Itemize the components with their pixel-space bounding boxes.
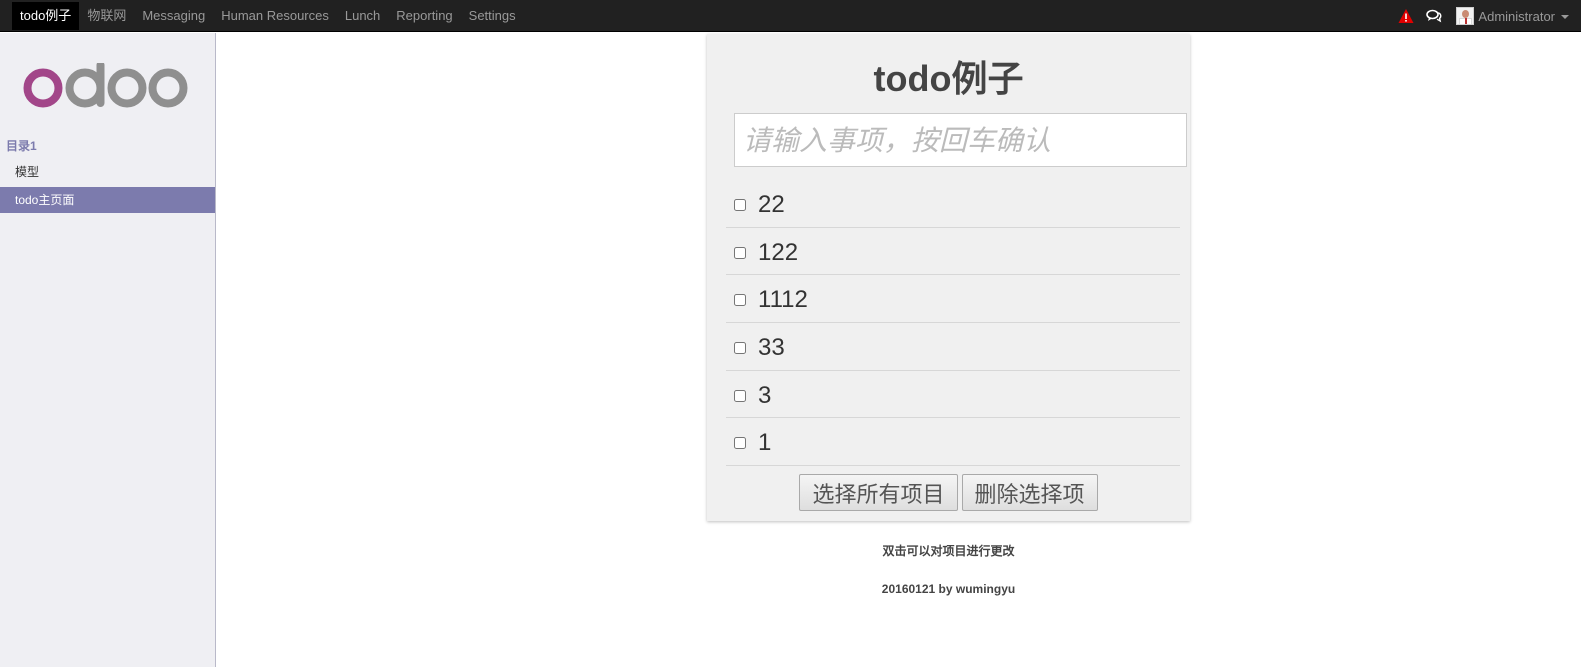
sidebar: 目录1 模型 todo主页面 bbox=[0, 33, 216, 667]
top-menu-todo[interactable]: todo例子 bbox=[12, 2, 80, 30]
list-item[interactable]: 33 bbox=[726, 323, 1180, 371]
top-right-controls: Administrator bbox=[1398, 0, 1581, 32]
caret-down-icon[interactable] bbox=[1561, 15, 1569, 19]
edit-hint: 双击可以对项目进行更改 bbox=[882, 544, 1015, 558]
top-menu-settings[interactable]: Settings bbox=[461, 2, 524, 30]
top-menu: todo例子 物联网 Messaging Human Resources Lun… bbox=[12, 2, 524, 30]
todo-checkbox[interactable] bbox=[734, 389, 746, 402]
chat-icon[interactable] bbox=[1426, 9, 1442, 23]
top-menu-iot[interactable]: 物联网 bbox=[79, 2, 134, 30]
todo-checkbox[interactable] bbox=[734, 199, 746, 211]
todo-item-label[interactable]: 33 bbox=[758, 334, 785, 362]
top-menu-lunch[interactable]: Lunch bbox=[337, 2, 388, 30]
avatar-head bbox=[1462, 10, 1470, 18]
todo-item-label[interactable]: 122 bbox=[758, 239, 798, 267]
todo-item-label[interactable]: 22 bbox=[758, 191, 785, 219]
todo-panel: todo例子 22 122 1112 33 3 1 选择所有项目 删除选择项 bbox=[707, 34, 1190, 521]
avatar-tie bbox=[1465, 18, 1468, 24]
todo-item-label[interactable]: 1 bbox=[758, 429, 771, 457]
credit-text: 20160121 by wumingyu bbox=[881, 582, 1016, 596]
sidebar-item-todo-home[interactable]: todo主页面 bbox=[0, 187, 215, 213]
todo-item-label[interactable]: 1112 bbox=[758, 286, 808, 314]
sidebar-item-model[interactable]: 模型 bbox=[0, 159, 215, 185]
todo-checkbox[interactable] bbox=[734, 294, 746, 307]
todo-checkbox[interactable] bbox=[734, 246, 746, 259]
odoo-logo[interactable] bbox=[22, 63, 190, 113]
delete-selected-button[interactable]: 删除选择项 bbox=[961, 474, 1098, 511]
list-item[interactable]: 1 bbox=[726, 418, 1180, 467]
top-navbar: todo例子 物联网 Messaging Human Resources Lun… bbox=[0, 0, 1581, 32]
list-item[interactable]: 122 bbox=[726, 228, 1180, 276]
todo-actions: 选择所有项目 删除选择项 bbox=[707, 474, 1190, 511]
list-item[interactable]: 1112 bbox=[726, 275, 1180, 324]
select-all-button[interactable]: 选择所有项目 bbox=[799, 474, 958, 511]
todo-checkbox[interactable] bbox=[734, 437, 746, 450]
todo-list: 22 122 1112 33 3 1 bbox=[726, 180, 1180, 467]
list-item[interactable]: 3 bbox=[726, 371, 1180, 419]
top-menu-reporting[interactable]: Reporting bbox=[388, 2, 460, 30]
todo-item-label[interactable]: 3 bbox=[758, 382, 771, 410]
top-menu-human-resources[interactable]: Human Resources bbox=[213, 2, 337, 30]
todo-checkbox[interactable] bbox=[734, 342, 746, 355]
list-item[interactable]: 22 bbox=[726, 180, 1180, 228]
warning-icon[interactable] bbox=[1398, 8, 1414, 24]
top-menu-messaging[interactable]: Messaging bbox=[134, 2, 213, 30]
avatar[interactable] bbox=[1456, 7, 1475, 25]
todo-input[interactable] bbox=[734, 113, 1187, 167]
sidebar-section-header: 目录1 bbox=[6, 139, 37, 153]
todo-title: todo例子 bbox=[873, 58, 1024, 99]
user-name[interactable]: Administrator bbox=[1478, 9, 1555, 24]
